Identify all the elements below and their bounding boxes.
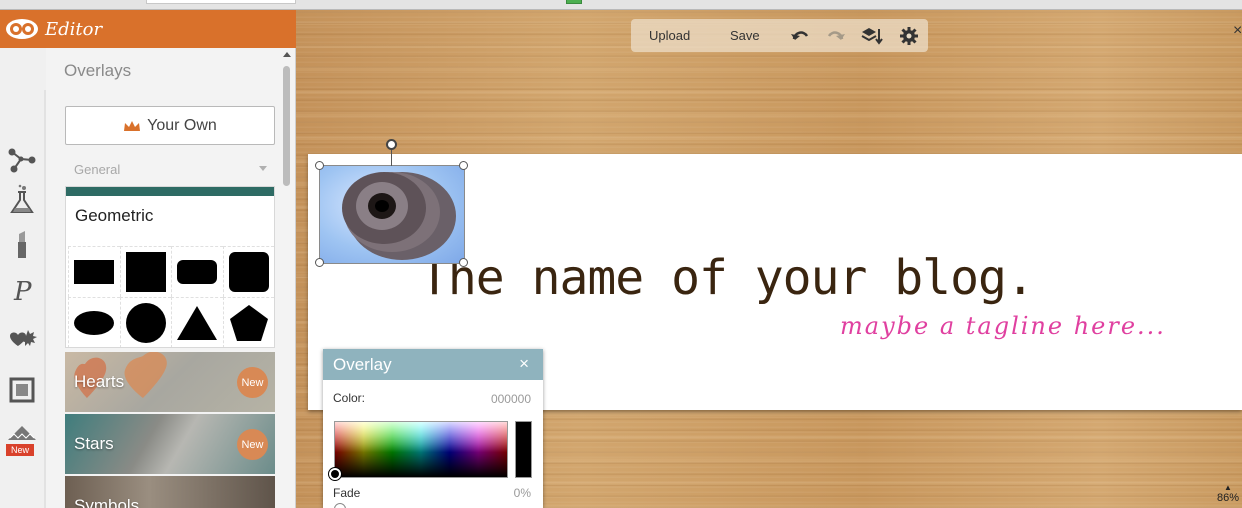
crown-icon [124,120,141,131]
browser-tab[interactable] [146,0,296,4]
editor-toolbar: Upload Save [631,19,928,52]
save-button[interactable]: Save [730,28,760,43]
overlays-icon[interactable] [6,324,38,356]
zoom-up-icon[interactable]: ▲ [1217,483,1239,492]
upload-button[interactable]: Upload [649,28,690,43]
overlays-panel: Overlays Your Own General Geometric Hear… [50,48,282,508]
rotate-handle-line [391,150,392,166]
gear-icon[interactable] [898,25,920,47]
fade-label: Fade [333,486,361,500]
resize-handle[interactable] [459,258,468,267]
connections-icon[interactable] [6,144,38,176]
color-picker-handle[interactable] [329,468,341,480]
text-p-icon[interactable]: P [6,274,38,306]
shape-circle[interactable] [119,297,171,347]
your-own-label: Your Own [147,116,217,134]
color-swatch [515,421,532,478]
color-label: Color: [333,391,366,405]
undo-icon[interactable] [789,25,811,47]
geometric-card[interactable]: Geometric [65,186,275,348]
category-symbols-label: Symbols [74,496,140,508]
close-icon[interactable]: × [519,354,529,374]
photo-image [342,172,456,260]
zoom-value: 86% [1217,492,1240,504]
color-hex-value[interactable]: 000000 [491,392,531,406]
tool-icon-column: P New [0,48,46,508]
fade-value: 0% [513,486,531,500]
scroll-up-icon[interactable] [283,52,291,57]
zoom-control[interactable]: ▲ 86% [1217,483,1239,504]
browser-tab-strip [0,0,1242,10]
new-badge: New [237,429,268,460]
shape-grid [68,246,274,347]
category-symbols[interactable]: Symbols [65,476,275,508]
fade-slider-handle[interactable] [334,503,346,508]
category-hearts[interactable]: Hearts New [65,352,275,412]
editor-title: Editor [45,19,103,40]
selected-photo-layer[interactable] [319,165,465,264]
tagline-text[interactable]: maybe a tagline here... [840,312,1166,340]
category-hearts-label: Hearts [74,372,125,391]
your-own-button[interactable]: Your Own [65,106,275,145]
shape-square[interactable] [119,246,171,297]
shape-triangle[interactable] [171,297,223,347]
resize-handle[interactable] [459,161,468,170]
new-badge: New [237,367,268,398]
resize-handle[interactable] [315,161,324,170]
shape-ellipse[interactable] [68,297,120,347]
category-select[interactable]: General [65,152,275,184]
scroll-thumb[interactable] [283,66,290,186]
browser-tab-favicon [566,0,582,4]
column-divider [44,90,46,508]
geometric-title: Geometric [75,206,154,225]
shape-pentagon[interactable] [222,297,274,347]
overlay-panel: Overlay × Color: 000000 Fade 0% [323,349,543,508]
close-icon[interactable]: × [1233,22,1242,40]
shape-rounded-rectangle[interactable] [171,246,223,297]
category-stars-label: Stars [74,434,114,453]
lipstick-icon[interactable] [6,228,38,260]
rotate-handle[interactable] [386,139,397,150]
panel-scrollbar[interactable] [282,48,294,508]
card-header-strip [66,187,274,196]
editor-header: Editor [0,10,296,48]
chevron-down-icon [259,166,267,171]
panel-title: Overlays [64,61,132,80]
new-badge: New [6,444,34,456]
redo-icon[interactable] [825,25,847,47]
category-stars[interactable]: Stars New [65,414,275,474]
resize-handle[interactable] [315,258,324,267]
sidebar: Editor P New Overlays Your Own General G… [0,10,296,508]
overlay-panel-header: Overlay × [323,349,543,380]
shape-rectangle[interactable] [68,246,120,297]
frames-icon[interactable] [6,374,38,406]
overlay-panel-title: Overlay [333,355,392,374]
blog-name-text[interactable]: The name of your blog. [420,250,1035,306]
flask-icon[interactable] [6,184,38,216]
shape-rounded-square[interactable] [222,246,274,297]
color-spectrum[interactable] [334,421,508,478]
logo-icon [6,19,38,39]
category-select-value: General [74,162,121,177]
svg-text:P: P [13,277,32,306]
layers-icon[interactable] [861,25,883,47]
